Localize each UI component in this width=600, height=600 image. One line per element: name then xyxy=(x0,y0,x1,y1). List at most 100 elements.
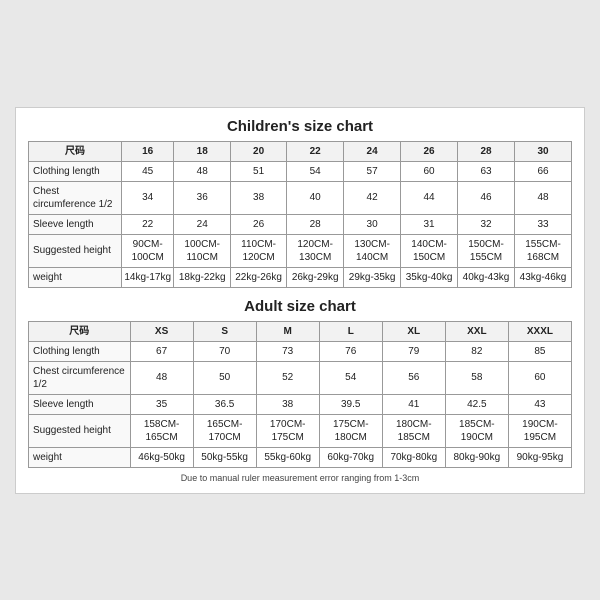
table-cell: 70 xyxy=(193,341,256,361)
table-cell: 110CM-120CM xyxy=(230,234,286,267)
column-header: L xyxy=(319,321,382,341)
table-cell: 190CM-195CM xyxy=(508,414,571,447)
table-cell: 80kg-90kg xyxy=(445,447,508,467)
table-cell: 66 xyxy=(515,161,572,181)
table-cell: 34 xyxy=(121,181,173,214)
table-row: weight46kg-50kg50kg-55kg55kg-60kg60kg-70… xyxy=(29,447,572,467)
table-row: Clothing length67707376798285 xyxy=(29,341,572,361)
table-cell: 54 xyxy=(319,361,382,394)
table-cell: 43kg-46kg xyxy=(515,267,572,287)
row-label: Sleeve length xyxy=(29,394,131,414)
table-cell: 44 xyxy=(401,181,458,214)
table-cell: 165CM-170CM xyxy=(193,414,256,447)
table-row: Suggested height90CM-100CM100CM-110CM110… xyxy=(29,234,572,267)
table-cell: 185CM-190CM xyxy=(445,414,508,447)
column-header: 28 xyxy=(458,141,515,161)
table-cell: 43 xyxy=(508,394,571,414)
table-cell: 60 xyxy=(508,361,571,394)
column-header: M xyxy=(256,321,319,341)
table-cell: 41 xyxy=(382,394,445,414)
table-cell: 82 xyxy=(445,341,508,361)
table-row: Suggested height158CM-165CM165CM-170CM17… xyxy=(29,414,572,447)
adult-size-table: 尺码XSSMLXLXXLXXXL Clothing length67707376… xyxy=(28,321,572,468)
table-cell: 28 xyxy=(287,214,344,234)
table-cell: 18kg-22kg xyxy=(174,267,231,287)
table-cell: 54 xyxy=(287,161,344,181)
table-row: Chest circumference 1/248505254565860 xyxy=(29,361,572,394)
table-cell: 40 xyxy=(287,181,344,214)
row-label: Sleeve length xyxy=(29,214,122,234)
row-label: Chest circumference 1/2 xyxy=(29,181,122,214)
column-header: 24 xyxy=(344,141,401,161)
row-label: Chest circumference 1/2 xyxy=(29,361,131,394)
column-header: 20 xyxy=(230,141,286,161)
children-chart-title: Children's size chart xyxy=(28,118,572,135)
column-header: 16 xyxy=(121,141,173,161)
table-cell: 48 xyxy=(515,181,572,214)
table-row: Chest circumference 1/23436384042444648 xyxy=(29,181,572,214)
table-cell: 73 xyxy=(256,341,319,361)
column-header: XL xyxy=(382,321,445,341)
table-cell: 58 xyxy=(445,361,508,394)
table-cell: 52 xyxy=(256,361,319,394)
table-row: weight14kg-17kg18kg-22kg22kg-26kg26kg-29… xyxy=(29,267,572,287)
table-cell: 36.5 xyxy=(193,394,256,414)
table-cell: 158CM-165CM xyxy=(130,414,193,447)
table-cell: 48 xyxy=(130,361,193,394)
column-header: 30 xyxy=(515,141,572,161)
table-cell: 30 xyxy=(344,214,401,234)
table-cell: 60kg-70kg xyxy=(319,447,382,467)
table-cell: 130CM-140CM xyxy=(344,234,401,267)
table-cell: 14kg-17kg xyxy=(121,267,173,287)
column-header: 26 xyxy=(401,141,458,161)
table-cell: 120CM-130CM xyxy=(287,234,344,267)
column-header: XS xyxy=(130,321,193,341)
adult-chart-title: Adult size chart xyxy=(28,298,572,315)
table-row: Clothing length4548515457606366 xyxy=(29,161,572,181)
table-cell: 36 xyxy=(174,181,231,214)
table-cell: 50 xyxy=(193,361,256,394)
table-cell: 48 xyxy=(174,161,231,181)
table-cell: 39.5 xyxy=(319,394,382,414)
table-cell: 55kg-60kg xyxy=(256,447,319,467)
column-header: XXXL xyxy=(508,321,571,341)
table-cell: 79 xyxy=(382,341,445,361)
column-header: 18 xyxy=(174,141,231,161)
chart-container: Children's size chart 尺码1618202224262830… xyxy=(15,107,585,494)
table-cell: 32 xyxy=(458,214,515,234)
table-cell: 150CM-155CM xyxy=(458,234,515,267)
table-cell: 63 xyxy=(458,161,515,181)
table-cell: 170CM-175CM xyxy=(256,414,319,447)
table-cell: 35 xyxy=(130,394,193,414)
table-cell: 33 xyxy=(515,214,572,234)
row-label: Suggested height xyxy=(29,234,122,267)
table-cell: 180CM-185CM xyxy=(382,414,445,447)
column-header: 22 xyxy=(287,141,344,161)
table-cell: 42.5 xyxy=(445,394,508,414)
column-header: XXL xyxy=(445,321,508,341)
table-cell: 50kg-55kg xyxy=(193,447,256,467)
table-cell: 155CM-168CM xyxy=(515,234,572,267)
table-cell: 24 xyxy=(174,214,231,234)
table-cell: 38 xyxy=(230,181,286,214)
table-cell: 100CM-110CM xyxy=(174,234,231,267)
table-cell: 31 xyxy=(401,214,458,234)
table-cell: 140CM-150CM xyxy=(401,234,458,267)
table-cell: 90kg-95kg xyxy=(508,447,571,467)
children-size-table: 尺码1618202224262830 Clothing length454851… xyxy=(28,141,572,288)
footer-note: Due to manual ruler measurement error ra… xyxy=(28,473,572,483)
column-header: 尺码 xyxy=(29,321,131,341)
table-cell: 22kg-26kg xyxy=(230,267,286,287)
table-cell: 46kg-50kg xyxy=(130,447,193,467)
table-cell: 46 xyxy=(458,181,515,214)
row-label: weight xyxy=(29,267,122,287)
table-row: Sleeve length2224262830313233 xyxy=(29,214,572,234)
table-cell: 56 xyxy=(382,361,445,394)
column-header: 尺码 xyxy=(29,141,122,161)
table-cell: 76 xyxy=(319,341,382,361)
table-cell: 38 xyxy=(256,394,319,414)
table-cell: 26kg-29kg xyxy=(287,267,344,287)
table-cell: 57 xyxy=(344,161,401,181)
table-cell: 60 xyxy=(401,161,458,181)
table-cell: 45 xyxy=(121,161,173,181)
